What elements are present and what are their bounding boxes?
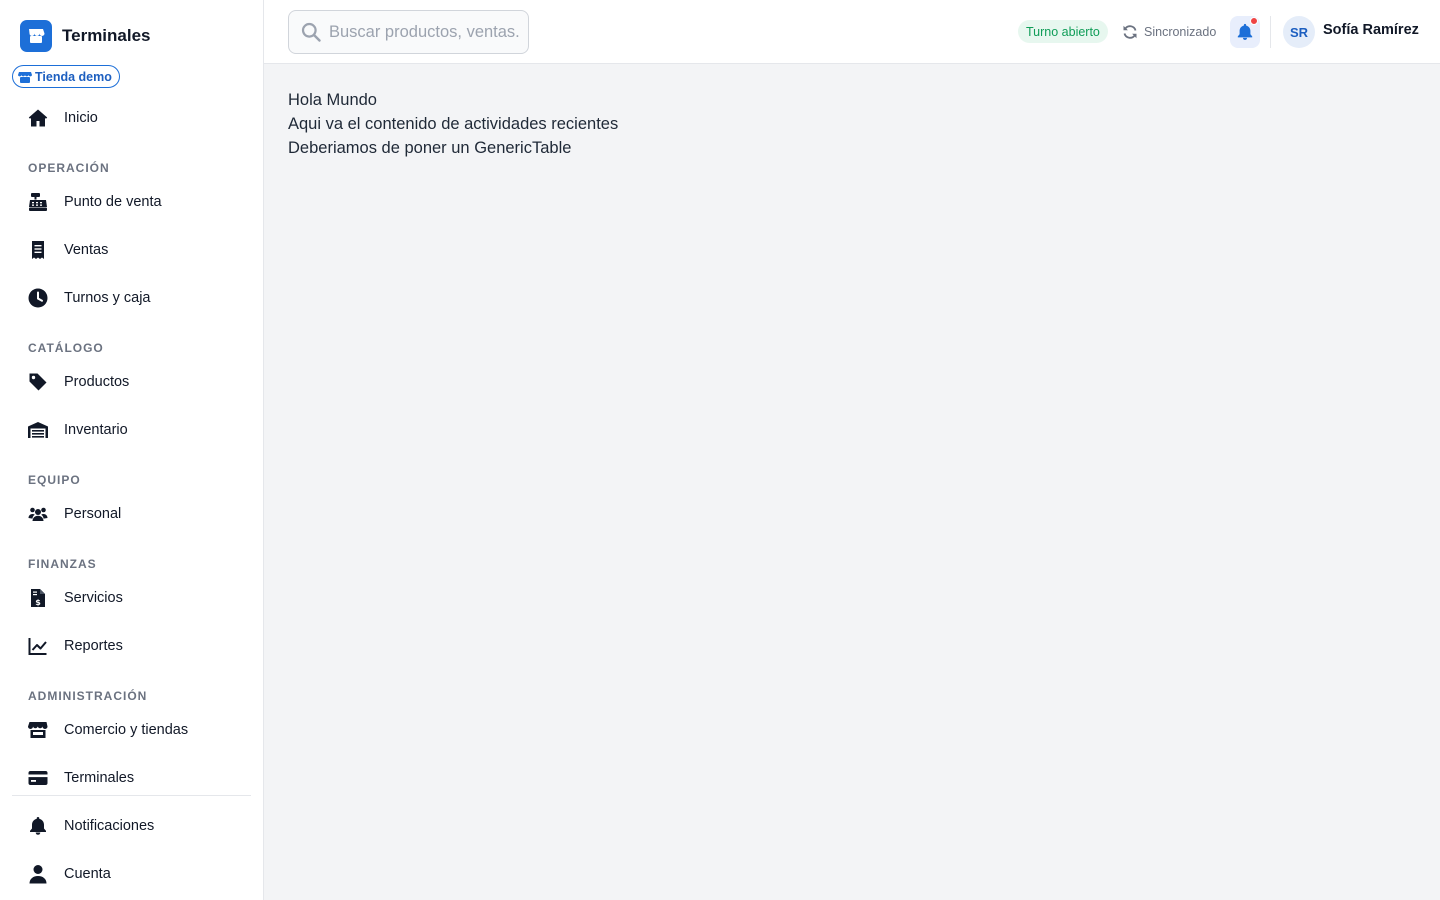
- notification-dot: [1250, 17, 1258, 25]
- sidebar-item-comercio-y-tiendas[interactable]: Comercio y tiendas: [12, 710, 250, 750]
- sidebar: Terminales Tienda demo Inicio OPERACIÓN …: [0, 0, 264, 900]
- sidebar-item-ventas[interactable]: Ventas: [12, 230, 250, 270]
- sidebar-item-label: Servicios: [64, 590, 123, 606]
- sidebar-item-inventario[interactable]: Inventario: [12, 410, 250, 450]
- search-box[interactable]: [288, 10, 529, 54]
- invoice-dollar-icon: $: [28, 588, 48, 608]
- store-icon: [18, 70, 32, 84]
- brand-name: Terminales: [62, 26, 151, 45]
- sidebar-item-reportes[interactable]: Reportes: [12, 626, 250, 666]
- cash-register-icon: [28, 192, 48, 212]
- sidebar-item-label: Terminales: [64, 770, 135, 786]
- sidebar-item-label: Productos: [64, 374, 130, 390]
- main-text-line: Deberiamos de poner un GenericTable: [288, 139, 572, 157]
- store-icon: [28, 720, 48, 740]
- credit-card-icon: [28, 768, 48, 788]
- header-divider: [1270, 16, 1271, 48]
- sidebar-item-label: Personal: [64, 506, 122, 522]
- home-icon: [28, 108, 48, 128]
- clock-icon: [28, 288, 48, 308]
- sidebar-item-label: Notificaciones: [64, 818, 155, 834]
- sidebar-item-label: Inicio: [64, 110, 98, 126]
- section-catalogo: CATÁLOGO: [28, 341, 104, 355]
- sync-icon: [1122, 24, 1138, 40]
- search-input[interactable]: [329, 22, 519, 42]
- sidebar-item-turnos-y-caja[interactable]: Turnos y caja: [12, 278, 250, 318]
- shift-status-badge: Turno abierto: [1018, 20, 1108, 43]
- avatar[interactable]: SR: [1283, 16, 1315, 48]
- chart-line-icon: [28, 636, 48, 656]
- main-content: Hola Mundo Aqui va el contenido de activ…: [264, 64, 1440, 900]
- bell-icon: [28, 816, 48, 836]
- users-icon: [28, 504, 48, 524]
- topbar: Turno abierto Sincronizado SR Sofía Ramí…: [264, 0, 1440, 64]
- main-text-line: Aqui va el contenido de actividades reci…: [288, 115, 619, 133]
- sidebar-item-servicios[interactable]: $ Servicios: [12, 578, 250, 618]
- sidebar-item-cuenta[interactable]: Cuenta: [12, 854, 250, 894]
- store-selector[interactable]: Tienda demo: [12, 65, 120, 88]
- user-icon: [28, 864, 48, 884]
- sidebar-item-notificaciones[interactable]: Notificaciones: [12, 806, 250, 846]
- sidebar-item-label: Reportes: [64, 638, 123, 654]
- notifications-button[interactable]: [1230, 16, 1260, 48]
- section-equipo: EQUIPO: [28, 473, 81, 487]
- sync-label: Sincronizado: [1144, 25, 1217, 39]
- section-finanzas: FINANZAS: [28, 557, 97, 571]
- section-administracion: ADMINISTRACIÓN: [28, 689, 148, 703]
- sync-status: Sincronizado: [1122, 22, 1216, 42]
- sidebar-item-label: Cuenta: [64, 866, 111, 882]
- sidebar-divider: [12, 795, 251, 796]
- sidebar-item-terminales[interactable]: Terminales: [12, 758, 250, 798]
- search-icon: [301, 22, 321, 42]
- sidebar-item-label: Punto de venta: [64, 194, 162, 210]
- store-logo-icon: [20, 20, 52, 52]
- sidebar-item-label: Ventas: [64, 242, 109, 258]
- main-text-line: Hola Mundo: [288, 91, 377, 109]
- sidebar-item-personal[interactable]: Personal: [12, 494, 250, 534]
- user-name[interactable]: Sofía Ramírez: [1323, 22, 1419, 38]
- sidebar-item-productos[interactable]: Productos: [12, 362, 250, 402]
- tag-icon: [28, 372, 48, 392]
- section-operacion: OPERACIÓN: [28, 161, 110, 175]
- store-name: Tienda demo: [35, 69, 112, 84]
- sidebar-item-label: Inventario: [64, 422, 128, 438]
- svg-text:$: $: [35, 598, 41, 607]
- brand[interactable]: Terminales: [20, 20, 151, 52]
- sidebar-item-inicio[interactable]: Inicio: [12, 98, 250, 138]
- warehouse-icon: [28, 420, 48, 440]
- receipt-icon: [28, 240, 48, 260]
- sidebar-item-label: Turnos y caja: [64, 290, 151, 306]
- sidebar-item-punto-de-venta[interactable]: Punto de venta: [12, 182, 250, 222]
- sidebar-item-label: Comercio y tiendas: [64, 722, 189, 738]
- bell-icon: [1237, 23, 1253, 40]
